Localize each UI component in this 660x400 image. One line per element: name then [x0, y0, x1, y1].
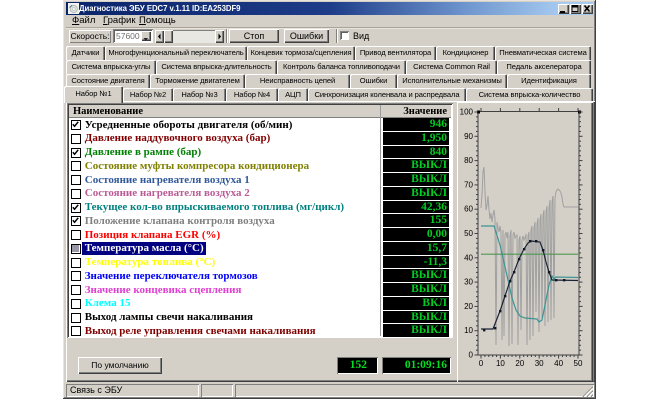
svg-text:60: 60 — [464, 205, 473, 214]
svg-text:90: 90 — [464, 132, 473, 141]
svg-text:0: 0 — [469, 351, 474, 360]
svg-text:100: 100 — [460, 108, 474, 117]
svg-text:50: 50 — [464, 229, 473, 238]
svg-text:30: 30 — [535, 359, 544, 368]
svg-text:70: 70 — [464, 180, 473, 189]
svg-text:30: 30 — [464, 278, 473, 287]
svg-text:40: 40 — [554, 359, 563, 368]
svg-text:10: 10 — [496, 359, 505, 368]
svg-text:0: 0 — [479, 359, 484, 368]
svg-text:10: 10 — [464, 326, 473, 335]
svg-text:20: 20 — [515, 359, 524, 368]
svg-text:20: 20 — [464, 302, 473, 311]
svg-text:40: 40 — [464, 253, 473, 262]
svg-text:50: 50 — [574, 359, 583, 368]
svg-text:80: 80 — [464, 156, 473, 165]
